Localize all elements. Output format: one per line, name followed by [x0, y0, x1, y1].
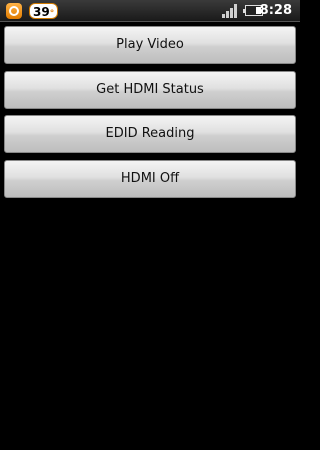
hdmi-off-button[interactable]: HDMI Off — [4, 160, 296, 198]
clock: 8:28 — [259, 3, 292, 18]
main-content: Play Video Get HDMI Status EDID Reading … — [0, 22, 300, 450]
status-bar: 39° 8:28 — [0, 0, 300, 22]
temperature-value: 39 — [33, 5, 50, 19]
temperature-unit: ° — [49, 9, 55, 19]
get-hdmi-status-button[interactable]: Get HDMI Status — [4, 71, 296, 109]
play-video-button[interactable]: Play Video — [4, 26, 296, 64]
signal-icon — [222, 4, 238, 18]
temperature-badge: 39° — [29, 3, 59, 19]
notification-icon[interactable] — [6, 3, 22, 19]
edid-reading-button[interactable]: EDID Reading — [4, 115, 296, 153]
